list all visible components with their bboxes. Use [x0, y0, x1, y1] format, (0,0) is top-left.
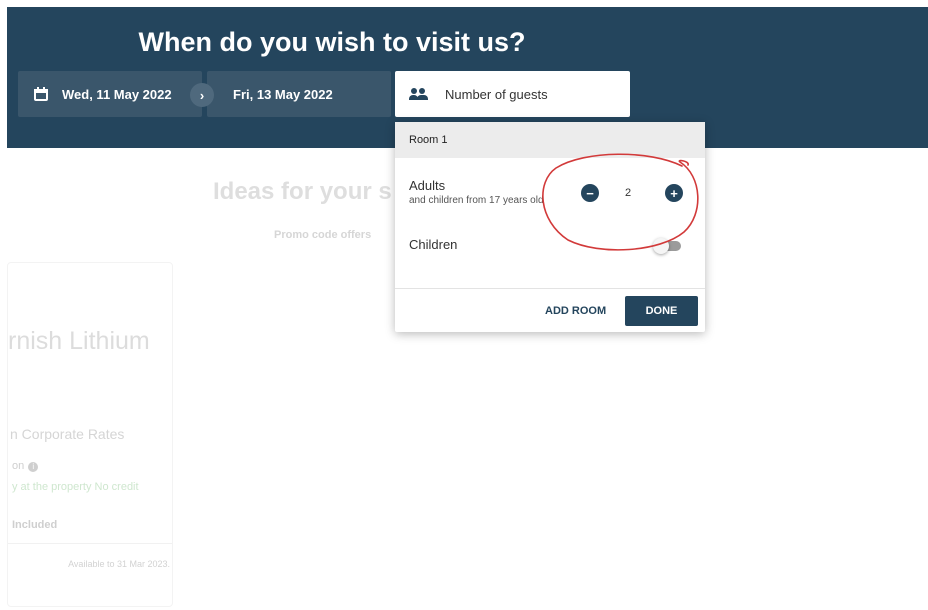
- cancellation-text: on: [12, 460, 25, 472]
- rate-name: n Corporate Rates: [10, 426, 125, 442]
- children-toggle[interactable]: [653, 238, 683, 254]
- done-button[interactable]: DONE: [625, 296, 698, 326]
- page-title: When do you wish to visit us?: [138, 27, 526, 57]
- check-in-date-text: Wed, 11 May 2022: [62, 86, 172, 102]
- calendar-icon: [34, 87, 48, 101]
- promo-code-offers-link[interactable]: Promo code offers: [274, 229, 371, 241]
- adults-label: Adults: [409, 178, 446, 193]
- check-in-date-picker[interactable]: Wed, 11 May 2022: [18, 71, 202, 117]
- number-of-guests-selector[interactable]: Number of guests: [395, 71, 630, 117]
- plus-icon: +: [670, 185, 678, 201]
- availability-text: Available to 31 Mar 2023.: [68, 559, 170, 569]
- property-name: rnish Lithium: [8, 327, 150, 355]
- children-label: Children: [409, 237, 458, 252]
- chevron-right-icon: ›: [190, 83, 214, 107]
- toggle-knob: [653, 238, 669, 254]
- guests-label: Number of guests: [445, 86, 548, 102]
- payment-policy: y at the property No credit: [12, 481, 139, 493]
- offer-card[interactable]: rnish Lithium n Corporate Rates on i y at…: [7, 262, 173, 607]
- room-title: Room 1: [395, 122, 705, 158]
- included-label: Included: [12, 519, 58, 531]
- add-room-button[interactable]: ADD ROOM: [545, 305, 606, 317]
- page: When do you wish to visit us? Wed, 11 Ma…: [0, 0, 928, 610]
- ideas-section-title: Ideas for your s: [213, 178, 392, 205]
- card-divider: [8, 543, 172, 544]
- minus-icon: −: [586, 185, 594, 201]
- info-icon[interactable]: i: [28, 462, 39, 472]
- guest-selection-popup: Room 1 Adults and children from 17 years…: [395, 122, 705, 332]
- increase-adults-button[interactable]: +: [665, 184, 683, 202]
- adults-count: 2: [625, 187, 632, 199]
- left-edge: [0, 0, 7, 610]
- people-icon: [409, 88, 429, 100]
- adults-sublabel: and children from 17 years old: [409, 195, 544, 206]
- cancellation-policy: on i: [12, 460, 39, 472]
- popup-footer-divider: [395, 288, 705, 289]
- check-out-date-picker[interactable]: Fri, 13 May 2022: [207, 71, 391, 117]
- check-out-date-text: Fri, 13 May 2022: [233, 86, 333, 102]
- decrease-adults-button[interactable]: −: [581, 184, 599, 202]
